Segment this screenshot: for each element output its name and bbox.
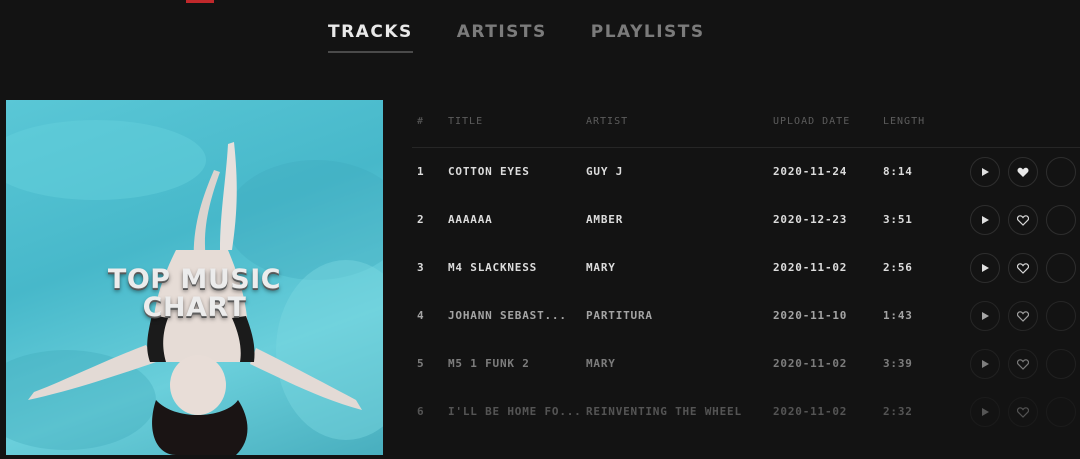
track-length: 3:51 — [883, 213, 913, 226]
chart-tabs: TRACKS ARTISTS PLAYLISTS — [328, 22, 705, 53]
like-button[interactable] — [1008, 157, 1038, 187]
tracks-table: # TITLE ARTIST UPLOAD DATE LENGTH 1 COTT… — [412, 100, 1080, 436]
track-upload-date: 2020-11-02 — [773, 405, 848, 418]
track-number: 3 — [417, 261, 425, 274]
more-button[interactable] — [1046, 157, 1076, 187]
track-number: 4 — [417, 309, 425, 322]
table-row[interactable]: 5 M5 1 FUNK 2 MARY 2020-11-02 3:39 — [412, 340, 1080, 388]
more-button[interactable] — [1046, 301, 1076, 331]
track-length: 2:56 — [883, 261, 913, 274]
more-button[interactable] — [1046, 205, 1076, 235]
header-length[interactable]: LENGTH — [883, 116, 925, 127]
track-length: 3:39 — [883, 357, 913, 370]
track-artist[interactable]: REINVENTING THE WHEEL — [586, 405, 742, 418]
table-row[interactable]: 3 M4 SLACKNESS MARY 2020-11-02 2:56 — [412, 244, 1080, 292]
play-button[interactable] — [970, 349, 1000, 379]
tab-tracks[interactable]: TRACKS — [328, 22, 413, 53]
heart-icon — [1017, 406, 1029, 418]
play-icon — [982, 168, 989, 176]
chart-cover-image: TOP MUSIC CHART — [6, 100, 383, 455]
track-number: 2 — [417, 213, 425, 226]
track-number: 5 — [417, 357, 425, 370]
heart-icon — [1017, 262, 1029, 274]
cover-title: TOP MUSIC CHART — [6, 266, 383, 322]
play-button[interactable] — [970, 301, 1000, 331]
header-upload-date[interactable]: UPLOAD DATE — [773, 116, 850, 127]
tab-artists[interactable]: ARTISTS — [457, 22, 547, 53]
heart-icon — [1017, 310, 1029, 322]
like-button[interactable] — [1008, 253, 1038, 283]
track-artist[interactable]: GUY J — [586, 165, 623, 178]
track-length: 1:43 — [883, 309, 913, 322]
track-upload-date: 2020-11-10 — [773, 309, 848, 322]
more-button[interactable] — [1046, 397, 1076, 427]
play-icon — [982, 360, 989, 368]
track-title[interactable]: M5 1 FUNK 2 — [448, 357, 530, 370]
play-icon — [982, 216, 989, 224]
play-button[interactable] — [970, 397, 1000, 427]
like-button[interactable] — [1008, 205, 1038, 235]
play-button[interactable] — [970, 253, 1000, 283]
header-title[interactable]: TITLE — [448, 116, 483, 127]
track-title[interactable]: M4 SLACKNESS — [448, 261, 537, 274]
track-upload-date: 2020-11-02 — [773, 357, 848, 370]
tab-playlists[interactable]: PLAYLISTS — [591, 22, 705, 53]
track-length: 2:32 — [883, 405, 913, 418]
heart-icon — [1017, 358, 1029, 370]
track-upload-date: 2020-12-23 — [773, 213, 848, 226]
track-length: 8:14 — [883, 165, 913, 178]
play-button[interactable] — [970, 205, 1000, 235]
heart-icon — [1017, 214, 1029, 226]
cover-title-line2: CHART — [142, 292, 247, 323]
cover-title-line1: TOP MUSIC — [107, 264, 282, 295]
track-artist[interactable]: MARY — [586, 261, 616, 274]
like-button[interactable] — [1008, 397, 1038, 427]
track-number: 1 — [417, 165, 425, 178]
track-title[interactable]: JOHANN SEBAST... — [448, 309, 567, 322]
track-artist[interactable]: PARTITURA — [586, 309, 653, 322]
track-upload-date: 2020-11-02 — [773, 261, 848, 274]
like-button[interactable] — [1008, 349, 1038, 379]
track-title[interactable]: AAAAAA — [448, 213, 493, 226]
table-header: # TITLE ARTIST UPLOAD DATE LENGTH — [412, 100, 1080, 148]
like-button[interactable] — [1008, 301, 1038, 331]
header-number: # — [417, 116, 425, 127]
more-button[interactable] — [1046, 253, 1076, 283]
track-artist[interactable]: AMBER — [586, 213, 623, 226]
track-number: 6 — [417, 405, 425, 418]
play-icon — [982, 312, 989, 320]
track-upload-date: 2020-11-24 — [773, 165, 848, 178]
play-button[interactable] — [970, 157, 1000, 187]
top-accent-marker — [186, 0, 214, 3]
heart-icon — [1017, 167, 1029, 177]
track-title[interactable]: COTTON EYES — [448, 165, 530, 178]
play-icon — [982, 264, 989, 272]
track-artist[interactable]: MARY — [586, 357, 616, 370]
header-artist[interactable]: ARTIST — [586, 116, 628, 127]
play-icon — [982, 408, 989, 416]
table-row[interactable]: 2 AAAAAA AMBER 2020-12-23 3:51 — [412, 196, 1080, 244]
track-title[interactable]: I'LL BE HOME FO... — [448, 405, 582, 418]
table-row[interactable]: 4 JOHANN SEBAST... PARTITURA 2020-11-10 … — [412, 292, 1080, 340]
table-row[interactable]: 1 COTTON EYES GUY J 2020-11-24 8:14 — [412, 148, 1080, 196]
table-row[interactable]: 6 I'LL BE HOME FO... REINVENTING THE WHE… — [412, 388, 1080, 436]
more-button[interactable] — [1046, 349, 1076, 379]
